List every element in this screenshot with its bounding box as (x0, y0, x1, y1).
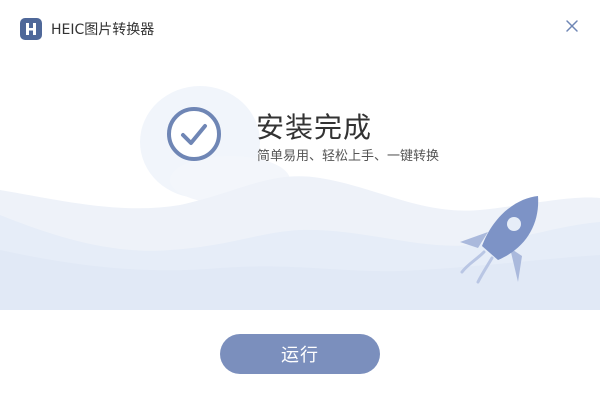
installer-window: HEIC图片转换器 安装完成 简单易用、轻松上手、一键转换 运行 (0, 0, 600, 400)
install-complete-title: 安装完成 (256, 111, 373, 144)
footer: 运行 (0, 310, 600, 400)
app-logo-icon (20, 18, 42, 40)
close-icon (566, 20, 578, 32)
check-circle-icon (167, 107, 221, 161)
logo-h-glyph (26, 23, 36, 35)
title-bar: HEIC图片转换器 (0, 0, 600, 56)
app-title: HEIC图片转换器 (51, 22, 155, 38)
run-button[interactable]: 运行 (220, 334, 380, 374)
close-button[interactable] (562, 16, 582, 36)
rocket-icon (460, 196, 539, 284)
install-complete-subtitle: 简单易用、轻松上手、一键转换 (257, 149, 440, 164)
